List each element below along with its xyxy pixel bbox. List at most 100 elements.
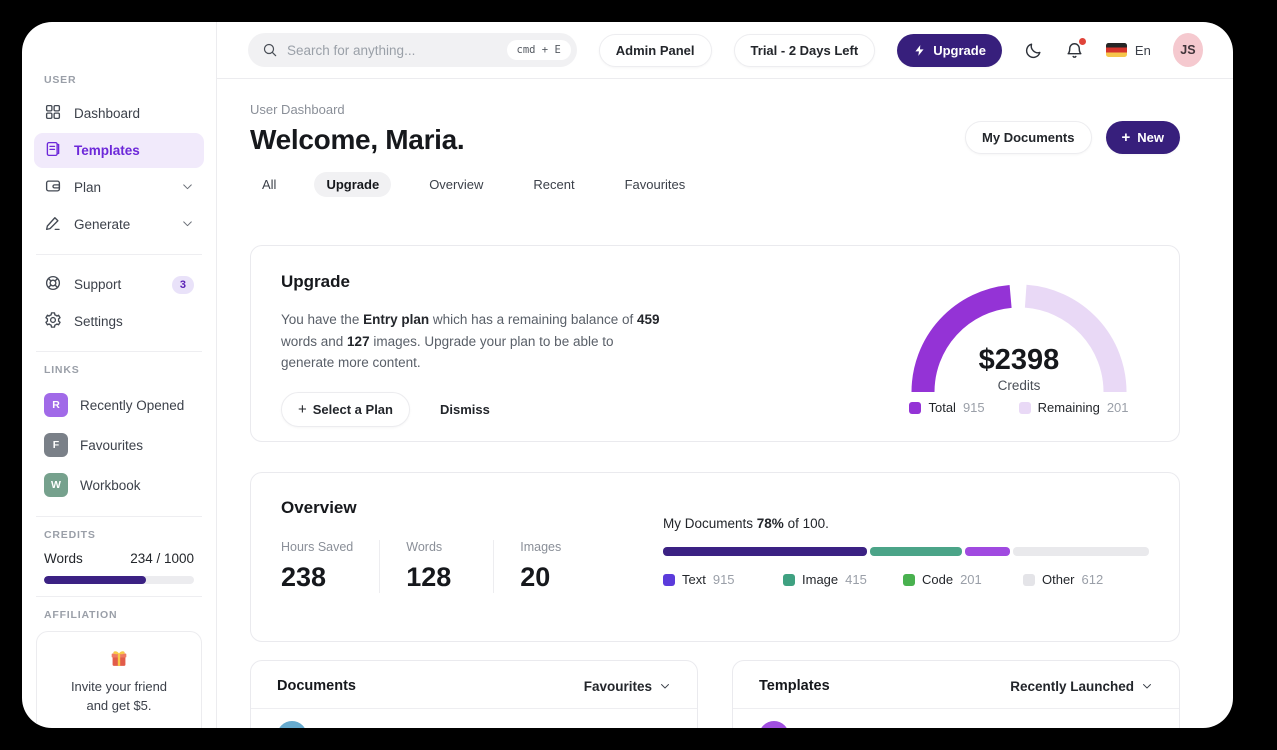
legend-image: Image 415 [783, 572, 903, 587]
language-selector[interactable]: En [1105, 42, 1151, 58]
search-shortcut-badge: cmd + E [506, 40, 571, 60]
gauge-chart: $2398 Credits [911, 284, 1127, 393]
bar-segment-code [965, 547, 1011, 556]
templates-filter-dropdown[interactable]: Recently Launched [1010, 679, 1153, 694]
overview-stats: Hours Saved 238 Words 128 Images 20 [281, 540, 663, 593]
bar-legend: Text 915 Image 415 Code 201 Other 612 [663, 572, 1149, 587]
tab-favourites[interactable]: Favourites [613, 172, 698, 197]
dashboard-grid-icon [44, 103, 62, 124]
new-button[interactable]: + New [1105, 121, 1180, 154]
sidebar-item-settings[interactable]: Settings [34, 304, 204, 339]
link-avatar: W [44, 473, 68, 497]
sidebar-item-dashboard[interactable]: Dashboard [34, 96, 204, 131]
stat-words: Words 128 [406, 540, 495, 593]
sidebar-item-label: Settings [74, 314, 123, 329]
filter-tabs: All Upgrade Overview Recent Favourites [250, 172, 1180, 197]
gear-icon [44, 311, 62, 332]
document-avatar [277, 721, 307, 728]
sidebar: USER Dashboard Templates Plan Generate S… [22, 22, 217, 728]
document-list-item[interactable]: Untitled Document in Workbook [251, 709, 697, 728]
affiliation-card: Invite your friend and get $5. Invite [36, 631, 202, 728]
notification-dot [1078, 37, 1086, 45]
sidebar-divider [36, 351, 202, 352]
templates-card-title: Templates [759, 678, 830, 694]
language-label: En [1134, 42, 1151, 58]
trial-status-button[interactable]: Trial - 2 Days Left [733, 33, 876, 67]
gauge-label: Credits [998, 378, 1041, 393]
upgrade-button[interactable]: Upgrade [897, 33, 1002, 67]
dismiss-button[interactable]: Dismiss [440, 402, 490, 417]
tab-recent[interactable]: Recent [521, 172, 586, 197]
chevron-down-icon [181, 217, 194, 233]
page-header: User Dashboard Welcome, Maria. My Docume… [250, 102, 1180, 156]
upgrade-card: Upgrade You have the Entry plan which ha… [250, 245, 1180, 442]
page-content: User Dashboard Welcome, Maria. My Docume… [217, 79, 1233, 728]
sidebar-link-label: Favourites [80, 437, 144, 453]
chevron-down-icon [181, 180, 194, 196]
sidebar-item-label: Generate [74, 217, 131, 232]
legend-other: Other 612 [1023, 572, 1143, 587]
stat-images: Images 20 [520, 540, 562, 592]
select-plan-button[interactable]: + Select a Plan [281, 391, 410, 427]
dark-mode-toggle[interactable] [1024, 41, 1043, 60]
notifications-button[interactable] [1065, 37, 1086, 60]
sidebar-link-label: Recently Opened [80, 397, 185, 413]
templates-card: Templates Recently Launched Blog Post Ti… [732, 660, 1180, 728]
sidebar-item-generate[interactable]: Generate [34, 207, 204, 242]
plus-icon: + [1121, 129, 1131, 146]
search-input[interactable] [287, 42, 498, 58]
sidebar-link-workbook[interactable]: W Workbook [34, 466, 204, 504]
app-window: USER Dashboard Templates Plan Generate S… [22, 22, 1233, 728]
legend-remaining-swatch [1018, 401, 1031, 414]
sidebar-item-label: Templates [74, 143, 140, 158]
moon-icon [1025, 42, 1041, 58]
legend-text: Text 915 [663, 572, 783, 587]
bar-segment-other [1013, 547, 1149, 556]
tab-upgrade[interactable]: Upgrade [314, 172, 392, 197]
gauge-amount: $2398 [979, 344, 1060, 376]
credits-gauge: $2398 Credits Total 915 Remaining 201 [889, 272, 1149, 415]
credits-words-value: 234 / 1000 [130, 551, 194, 566]
sidebar-link-label: Workbook [80, 477, 141, 493]
sidebar-item-templates[interactable]: Templates [34, 133, 204, 168]
topbar: cmd + E Admin Panel Trial - 2 Days Left … [217, 22, 1233, 79]
user-avatar[interactable]: JS [1172, 33, 1203, 67]
template-list-item[interactable]: Blog Post Title in Workbook [733, 709, 1179, 728]
support-count-badge: 3 [171, 275, 194, 294]
credits-words-label: Words [44, 551, 83, 566]
sidebar-link-favourites[interactable]: F Favourites [34, 426, 204, 464]
legend-code: Code 201 [903, 572, 1023, 587]
documents-card: Documents Favourites Untitled Document i… [250, 660, 698, 728]
sidebar-item-plan[interactable]: Plan [34, 170, 204, 205]
chevron-down-icon [1143, 684, 1151, 689]
templates-document-icon [44, 140, 62, 161]
sidebar-divider [36, 516, 202, 517]
sidebar-section-links-label: LINKS [44, 364, 80, 376]
sidebar-divider [36, 596, 202, 597]
documents-filter-dropdown[interactable]: Favourites [584, 679, 671, 694]
sidebar-link-recently-opened[interactable]: R Recently Opened [34, 386, 204, 424]
stat-hours-saved: Hours Saved 238 [281, 540, 381, 593]
page-title: Welcome, Maria. [250, 124, 465, 155]
header-actions: My Documents + New [965, 121, 1180, 154]
sidebar-item-support[interactable]: Support 3 [34, 267, 204, 302]
link-avatar: F [44, 433, 68, 457]
gift-icon [108, 648, 130, 670]
bar-segment-text [663, 547, 867, 556]
wallet-icon [44, 177, 62, 198]
lifebuoy-icon [44, 274, 62, 295]
main-area: cmd + E Admin Panel Trial - 2 Days Left … [217, 22, 1233, 728]
admin-panel-button[interactable]: Admin Panel [598, 33, 712, 67]
documents-progress-caption: My Documents 78% of 100. [663, 516, 829, 531]
search-bar[interactable]: cmd + E [248, 33, 577, 67]
tab-overview[interactable]: Overview [417, 172, 495, 197]
sidebar-section-affiliation-label: AFFILIATION [44, 609, 118, 621]
search-icon [263, 43, 277, 57]
bar-segment-image [869, 547, 963, 556]
tab-all[interactable]: All [250, 172, 288, 197]
documents-card-title: Documents [277, 678, 356, 694]
germany-flag-icon [1105, 43, 1127, 57]
gauge-legend: Total 915 Remaining 201 [909, 400, 1129, 415]
my-documents-button[interactable]: My Documents [965, 121, 1092, 154]
legend-total-swatch [909, 401, 922, 414]
